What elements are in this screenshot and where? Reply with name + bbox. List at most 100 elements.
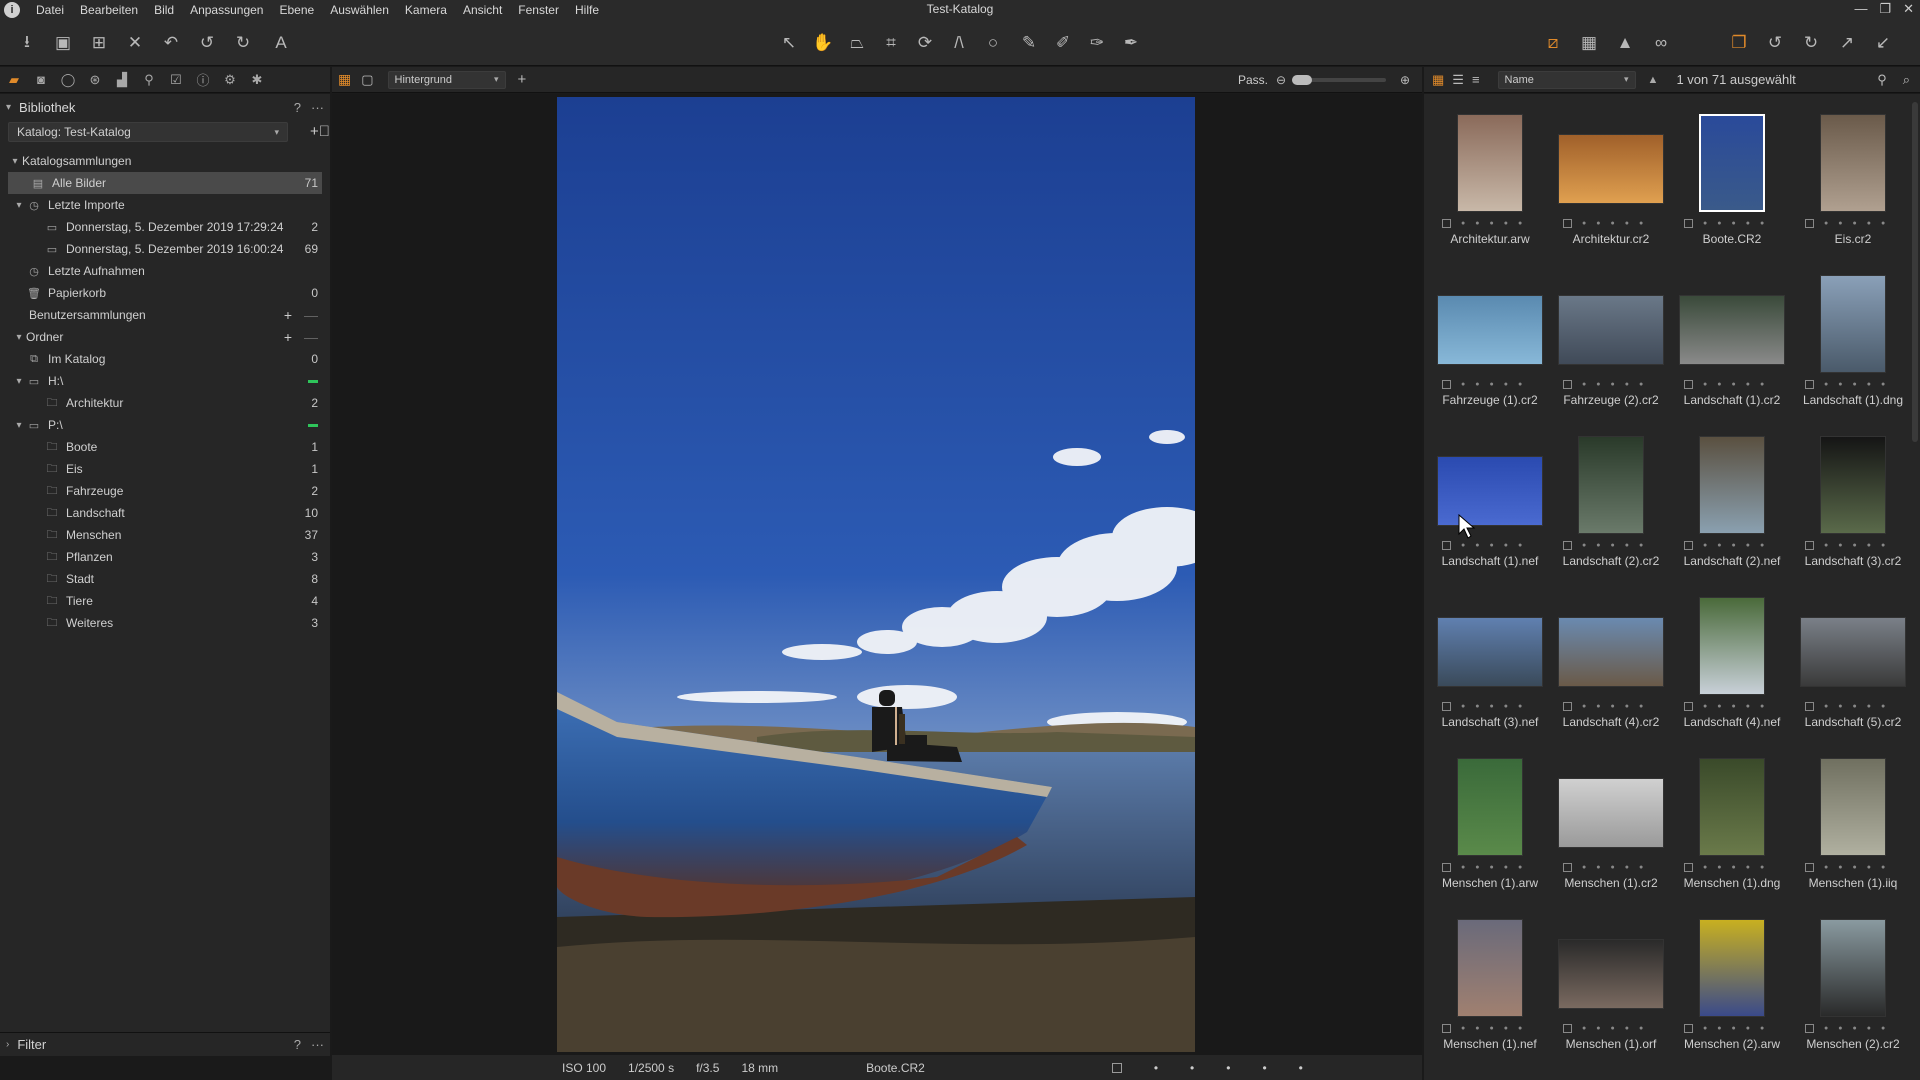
rating-dot[interactable]: ●	[1504, 381, 1508, 388]
section-user-collections[interactable]: Benutzersammlungen + —	[0, 304, 330, 326]
rating-dot[interactable]: ●	[1582, 220, 1586, 227]
rating-dot[interactable]: ●	[1852, 703, 1856, 710]
rating-dot[interactable]: •	[1154, 1061, 1158, 1075]
color-tag-checkbox[interactable]	[1684, 218, 1693, 228]
thumbnail-item[interactable]: ● ● ● ● ● Menschen (1).iiq	[1793, 738, 1913, 898]
thumbnail-item[interactable]: ● ● ● ● ● Architektur.arw	[1430, 94, 1550, 254]
eraser-tool-icon[interactable]: ✒	[1118, 30, 1144, 56]
rating-dot[interactable]: ●	[1746, 864, 1750, 871]
rating-dot[interactable]: ●	[1518, 220, 1522, 227]
thumbnail-image[interactable]	[1558, 134, 1664, 204]
color-tag-checkbox[interactable]	[1684, 862, 1693, 872]
menu-item[interactable]: Ebene	[271, 3, 322, 17]
rating-dot[interactable]: ●	[1461, 703, 1465, 710]
app-logo-icon[interactable]: i	[4, 2, 20, 18]
rating-dot[interactable]: ●	[1731, 864, 1735, 871]
browser-filter-icon[interactable]: ⚲	[1877, 72, 1887, 88]
rating-dot[interactable]: ●	[1639, 864, 1643, 871]
expand-icon[interactable]: ▾	[12, 376, 26, 387]
rating-dot[interactable]: ●	[1475, 864, 1479, 871]
expand-icon[interactable]: ▾	[12, 332, 26, 343]
expand-icon[interactable]: ›	[6, 1039, 9, 1050]
crop-tool-icon[interactable]: ⌗	[878, 30, 904, 56]
rating-dot[interactable]: ●	[1852, 1025, 1856, 1032]
rating-dot[interactable]: ●	[1760, 703, 1764, 710]
rating-dot[interactable]: ●	[1639, 1025, 1643, 1032]
rating-dot[interactable]: ●	[1610, 220, 1614, 227]
thumbnail-item[interactable]: ● ● ● ● ● Landschaft (1).dng	[1793, 255, 1913, 415]
copy-adjustments-icon[interactable]: ↗	[1834, 30, 1860, 56]
rating-dot[interactable]: ●	[1824, 864, 1828, 871]
rating-dot[interactable]: ●	[1717, 703, 1721, 710]
rating-dot[interactable]: ●	[1625, 703, 1629, 710]
thumbnail-item[interactable]: ● ● ● ● ● Menschen (2).arw	[1672, 899, 1792, 1059]
color-tag-checkbox[interactable]	[1805, 379, 1814, 389]
subfolder-item[interactable]: 🗀 Fahrzeuge 2	[0, 480, 330, 502]
rating-dot[interactable]: ●	[1760, 542, 1764, 549]
picker-tool-icon[interactable]: ✎	[1016, 30, 1042, 56]
rating-dot[interactable]: ●	[1489, 542, 1493, 549]
import-item[interactable]: ▭ Donnerstag, 5. Dezember 2019 17:29:24 …	[0, 216, 330, 238]
rating-dot[interactable]: ●	[1703, 864, 1707, 871]
remove-collection-icon[interactable]: —	[304, 307, 318, 323]
rating-dot[interactable]: ●	[1852, 542, 1856, 549]
thumbnail-item[interactable]: ● ● ● ● ● Fahrzeuge (2).cr2	[1551, 255, 1671, 415]
thumbnail-image[interactable]	[1558, 939, 1664, 1009]
maximize-button[interactable]: ❐	[1879, 1, 1891, 17]
proof-glasses-icon[interactable]: ∞	[1648, 30, 1674, 56]
rating-dot[interactable]: ●	[1610, 381, 1614, 388]
rating-dot[interactable]: ●	[1852, 381, 1856, 388]
single-view-icon[interactable]: ▢	[361, 72, 373, 88]
rating-dot[interactable]: •	[1226, 1061, 1230, 1075]
color-tag-checkbox[interactable]	[1563, 379, 1572, 389]
zoom-in-icon[interactable]: ⊕	[1400, 73, 1410, 87]
rating-dot[interactable]: ●	[1824, 381, 1828, 388]
more-icon[interactable]: ···	[311, 1037, 324, 1052]
rating-dot[interactable]: ●	[1625, 864, 1629, 871]
edit-mode-icon[interactable]: ⧄	[1540, 30, 1566, 56]
color-tag-checkbox[interactable]	[1684, 379, 1693, 389]
collection-trash[interactable]: 🗑 Papierkorb 0	[0, 282, 330, 304]
export-folder-icon[interactable]: ⊞	[86, 30, 112, 56]
thumbnail-item[interactable]: ● ● ● ● ● Eis.cr2	[1793, 94, 1913, 254]
collection-recent-captures[interactable]: ◷ Letzte Aufnahmen	[0, 260, 330, 282]
subfolder-item[interactable]: 🗀 Eis 1	[0, 458, 330, 480]
thumbnail-item[interactable]: ● ● ● ● ● Landschaft (1).nef	[1430, 416, 1550, 576]
rating-dot[interactable]: ●	[1731, 1025, 1735, 1032]
exposure-tab-icon[interactable]: ▟	[114, 72, 130, 88]
rating-dot[interactable]: ●	[1596, 381, 1600, 388]
color-tag-checkbox[interactable]	[1563, 1023, 1572, 1033]
rating-dot[interactable]: ●	[1639, 542, 1643, 549]
details-tab-icon[interactable]: ⚲	[141, 72, 157, 88]
rating-dot[interactable]: ●	[1475, 703, 1479, 710]
rating-dot[interactable]: ●	[1731, 703, 1735, 710]
thumbnail-image[interactable]	[1820, 919, 1886, 1017]
rating-dot[interactable]: ●	[1838, 542, 1842, 549]
help-icon[interactable]: ?	[294, 100, 301, 115]
rating-dot[interactable]: ●	[1475, 542, 1479, 549]
rating-dot[interactable]: ●	[1504, 1025, 1508, 1032]
apply-adjustments-icon[interactable]: ↙	[1870, 30, 1896, 56]
thumbnail-image[interactable]	[1820, 275, 1886, 373]
subfolder-item[interactable]: 🗀 Boote 1	[0, 436, 330, 458]
image-viewer[interactable]	[332, 94, 1422, 1056]
pan-tool-icon[interactable]: ✋	[810, 30, 836, 56]
exposure-warning-icon[interactable]: ▲	[1612, 30, 1638, 56]
collection-recent-imports[interactable]: ▾ ◷ Letzte Importe	[0, 194, 330, 216]
thumbnail-image[interactable]	[1558, 295, 1664, 365]
rating-dot[interactable]: ●	[1596, 703, 1600, 710]
rating-dot[interactable]: ●	[1746, 220, 1750, 227]
sort-dropdown[interactable]: Name ▾	[1497, 70, 1636, 89]
thumbnail-item[interactable]: ● ● ● ● ● Boote.CR2	[1672, 94, 1792, 254]
rotate-left-icon[interactable]: ↺	[1762, 30, 1788, 56]
rating-dot[interactable]: ●	[1838, 220, 1842, 227]
rating-dot[interactable]: ●	[1518, 381, 1522, 388]
spot-tool-icon[interactable]: ○	[980, 30, 1006, 56]
menu-item[interactable]: Bild	[146, 3, 182, 17]
thumbnail-image[interactable]	[1558, 778, 1664, 848]
menu-item[interactable]: Ansicht	[455, 3, 510, 17]
auto-adjust-icon[interactable]: A	[268, 30, 294, 56]
thumbnail-image[interactable]	[1820, 758, 1886, 856]
rating-dot[interactable]: ●	[1610, 1025, 1614, 1032]
rating-dot[interactable]: ●	[1504, 220, 1508, 227]
